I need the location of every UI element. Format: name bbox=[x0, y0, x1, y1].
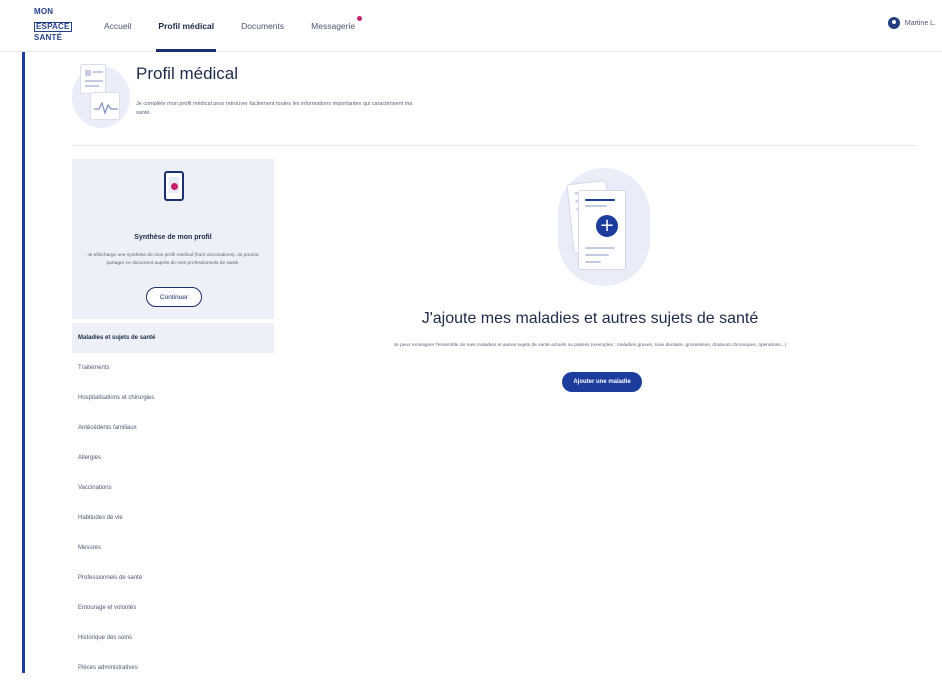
profile-sections-menu: Maladies et sujets de santé Traitements … bbox=[72, 323, 274, 683]
menu-item-antecedents[interactable]: Antécédents familiaux bbox=[72, 413, 274, 443]
left-accent-bar bbox=[22, 52, 25, 673]
add-document-illustration-icon: + bbox=[548, 168, 658, 288]
nav-item-profil-medical[interactable]: Profil médical bbox=[156, 0, 216, 52]
menu-item-historique[interactable]: Historique des soins bbox=[72, 623, 274, 653]
mon-espace-sante-logo[interactable]: MON ESPACE SANTÉ bbox=[34, 7, 72, 42]
nav-item-accueil[interactable]: Accueil bbox=[104, 0, 131, 52]
main-nav: Accueil Profil médical Documents Message… bbox=[104, 0, 363, 52]
menu-item-pieces[interactable]: Pièces administratives bbox=[72, 653, 274, 683]
menu-item-allergies[interactable]: Allergies bbox=[72, 443, 274, 473]
medical-profile-illustration-icon bbox=[72, 56, 130, 130]
menu-item-professionnels[interactable]: Professionnels de santé bbox=[72, 563, 274, 593]
summary-title: Synthèse de mon profil bbox=[134, 234, 212, 241]
menu-item-vaccinations[interactable]: Vaccinations bbox=[72, 473, 274, 503]
logo-line-2: ESPACE bbox=[34, 22, 72, 32]
menu-item-entourage[interactable]: Entourage et volontés bbox=[72, 593, 274, 623]
logo-line-1: MON bbox=[34, 7, 54, 16]
nav-item-documents[interactable]: Documents bbox=[241, 0, 284, 52]
page-header: Profil médical Je complète mon profil mé… bbox=[72, 54, 916, 146]
continue-button[interactable]: Continuer bbox=[146, 287, 202, 307]
menu-item-habitudes[interactable]: Habitudes de vie bbox=[72, 503, 274, 533]
phone-document-icon bbox=[164, 171, 184, 201]
menu-item-traitements[interactable]: Traitements bbox=[72, 353, 274, 383]
add-disease-button[interactable]: Ajouter une maladie bbox=[562, 372, 642, 392]
menu-item-maladies[interactable]: Maladies et sujets de santé bbox=[72, 323, 274, 353]
menu-item-mesures[interactable]: Mesures bbox=[72, 533, 274, 563]
user-name: Martine L. bbox=[904, 19, 936, 27]
user-avatar-icon bbox=[887, 17, 900, 29]
logo-line-3: SANTÉ bbox=[34, 33, 63, 42]
empty-state-title: J'ajoute mes maladies et autres sujets d… bbox=[421, 310, 759, 327]
profile-summary-card: Synthèse de mon profil Je télécharge une… bbox=[72, 159, 274, 319]
summary-description: Je télécharge une synthèse de mon profil… bbox=[87, 253, 259, 266]
menu-item-hospitalisations[interactable]: Hospitalisations et chirurgies bbox=[72, 383, 274, 413]
nav-item-messagerie-label: Messagerie bbox=[311, 21, 356, 31]
top-navigation: MON ESPACE SANTÉ Accueil Profil médical … bbox=[0, 0, 942, 52]
user-menu[interactable]: Martine L. bbox=[887, 17, 936, 29]
empty-state-description: Je peux renseigner l'ensemble de mes mal… bbox=[393, 343, 787, 348]
notification-dot-icon bbox=[357, 16, 363, 21]
page-title: Profil médical bbox=[136, 64, 239, 83]
plus-icon: + bbox=[596, 215, 618, 237]
page-subtitle: Je complète mon profil médical pour retr… bbox=[136, 101, 413, 116]
nav-item-messagerie[interactable]: Messagerie bbox=[311, 0, 363, 52]
